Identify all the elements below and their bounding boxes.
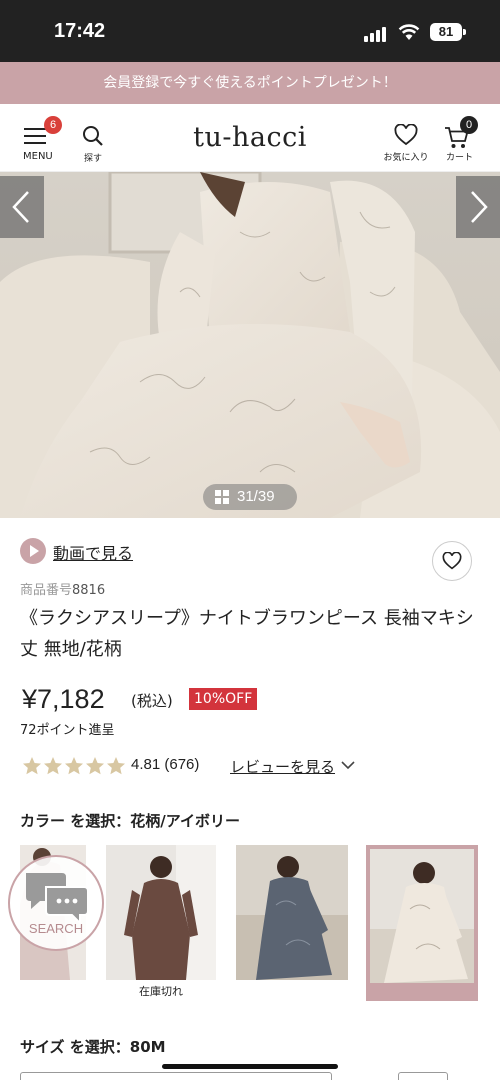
cart-badge: 0 — [460, 116, 478, 134]
chevron-left-icon — [12, 191, 29, 223]
star-icon — [65, 757, 83, 775]
cart-label: カート — [446, 153, 474, 163]
star-icon — [86, 757, 104, 775]
item-number-value: 8816 — [72, 583, 106, 598]
menu-button[interactable]: 6 MENU — [20, 116, 62, 164]
status-time: 17:42 — [54, 20, 106, 42]
battery-icon — [463, 29, 466, 35]
heart-icon — [394, 124, 418, 146]
add-favorite-button[interactable] — [432, 541, 472, 581]
size-option-button[interactable] — [398, 1072, 448, 1080]
product-title: 《ラクシアスリープ》ナイトブラワンピース 長袖マキシ丈 無地/花柄 — [20, 608, 474, 660]
promo-banner[interactable]: 会員登録で今すぐ使えるポイントプレゼント！ — [0, 62, 500, 104]
product-image-gallery[interactable]: 31/39 — [0, 172, 500, 518]
gallery-prev-button[interactable] — [0, 176, 44, 238]
hamburger-icon — [24, 126, 46, 144]
menu-badge: 6 — [44, 116, 62, 134]
discount-badge: 10%OFF — [189, 688, 258, 710]
search-icon — [83, 126, 103, 146]
star-icon — [107, 757, 125, 775]
color-swatch-photo — [370, 849, 474, 983]
rating-count: (676) — [164, 756, 200, 773]
favorites-label: お気に入り — [383, 153, 429, 163]
video-link-text: 動画で見る — [53, 544, 134, 563]
chevron-right-icon — [471, 191, 488, 223]
color-option-4-selected[interactable] — [366, 845, 478, 1001]
product-price: ¥7,182 — [22, 684, 105, 714]
grid-icon — [215, 490, 229, 504]
play-icon — [20, 538, 46, 564]
tax-label: (税込) — [131, 692, 173, 710]
rating-summary: 4.81 (676) — [131, 756, 199, 773]
color-selector-label: カラー を選択：花柄/アイボリー — [20, 812, 240, 830]
site-logo[interactable]: tu-hacci — [193, 122, 307, 153]
item-number-label: 商品番号 — [20, 583, 73, 598]
favorites-button[interactable]: お気に入り — [382, 122, 430, 166]
points-text: 72ポイント進呈 — [20, 723, 115, 738]
battery-level: 81 — [430, 23, 462, 41]
color-swatch-photo — [236, 845, 348, 980]
menu-label: MENU — [23, 151, 53, 162]
product-photo — [0, 172, 500, 518]
gallery-next-button[interactable] — [456, 176, 500, 238]
soldout-label: 在庫切れ — [139, 985, 183, 998]
cart-button[interactable]: 0 カート — [442, 116, 480, 166]
gallery-counter[interactable]: 31/39 — [203, 484, 297, 510]
chevron-down-icon[interactable] — [340, 757, 356, 773]
size-select[interactable] — [20, 1072, 332, 1080]
item-number: 商品番号8816 — [20, 579, 105, 598]
color-option-2[interactable] — [106, 845, 216, 980]
rating-value: 4.81 — [131, 756, 161, 773]
star-icon — [23, 757, 41, 775]
signal-icon — [364, 26, 390, 42]
home-indicator — [162, 1064, 338, 1069]
chat-bubbles-icon — [26, 873, 89, 925]
status-bar: 17:42 81 — [0, 0, 500, 62]
search-button[interactable]: 探す — [80, 122, 106, 164]
site-header: 6 MENU 探す tu-hacci お気に入り 0 カート — [0, 104, 500, 172]
heart-icon — [442, 552, 462, 570]
wifi-icon — [398, 24, 420, 40]
star-icon — [44, 757, 62, 775]
floating-search-button[interactable]: SEARCH — [8, 855, 104, 951]
search-label: 探す — [84, 154, 103, 164]
review-link[interactable]: レビューを見る — [230, 756, 335, 777]
color-option-3[interactable] — [236, 845, 348, 980]
color-swatch-photo — [106, 845, 216, 980]
floating-search-label: SEARCH — [28, 921, 84, 936]
gallery-counter-text: 31/39 — [237, 488, 275, 505]
size-selector-label: サイズ を選択：80M — [20, 1038, 166, 1056]
